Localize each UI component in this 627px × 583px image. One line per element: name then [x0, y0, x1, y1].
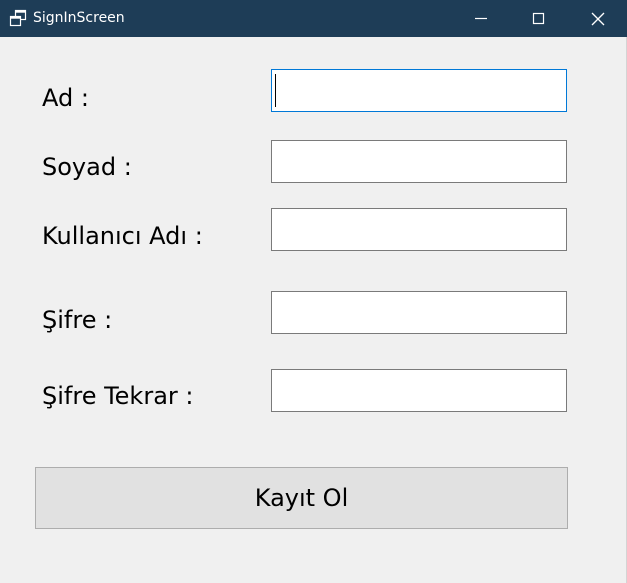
close-icon	[591, 12, 605, 26]
password-input[interactable]	[271, 291, 567, 334]
text-caret	[275, 74, 276, 107]
username-input[interactable]	[271, 208, 567, 251]
minimize-icon	[475, 17, 487, 20]
last-name-input[interactable]	[271, 140, 567, 183]
password-label: Şifre :	[42, 306, 113, 334]
maximize-button[interactable]	[510, 0, 568, 37]
last-name-label: Soyad :	[42, 153, 132, 181]
maximize-icon	[532, 12, 545, 25]
close-button[interactable]	[569, 0, 627, 37]
first-name-label: Ad :	[42, 84, 89, 112]
window-title: SignInScreen	[33, 10, 125, 26]
sign-in-window: SignInScreen Ad : Soyad : Kullanıcı Adı …	[0, 0, 627, 583]
title-bar[interactable]: SignInScreen	[0, 0, 627, 37]
first-name-input[interactable]	[271, 69, 567, 112]
password-repeat-label: Şifre Tekrar :	[42, 382, 194, 410]
register-button[interactable]: Kayıt Ol	[35, 467, 568, 529]
app-window-icon	[9, 9, 27, 27]
password-repeat-input[interactable]	[271, 369, 567, 412]
minimize-button[interactable]	[452, 0, 510, 37]
username-label: Kullanıcı Adı :	[42, 222, 203, 250]
